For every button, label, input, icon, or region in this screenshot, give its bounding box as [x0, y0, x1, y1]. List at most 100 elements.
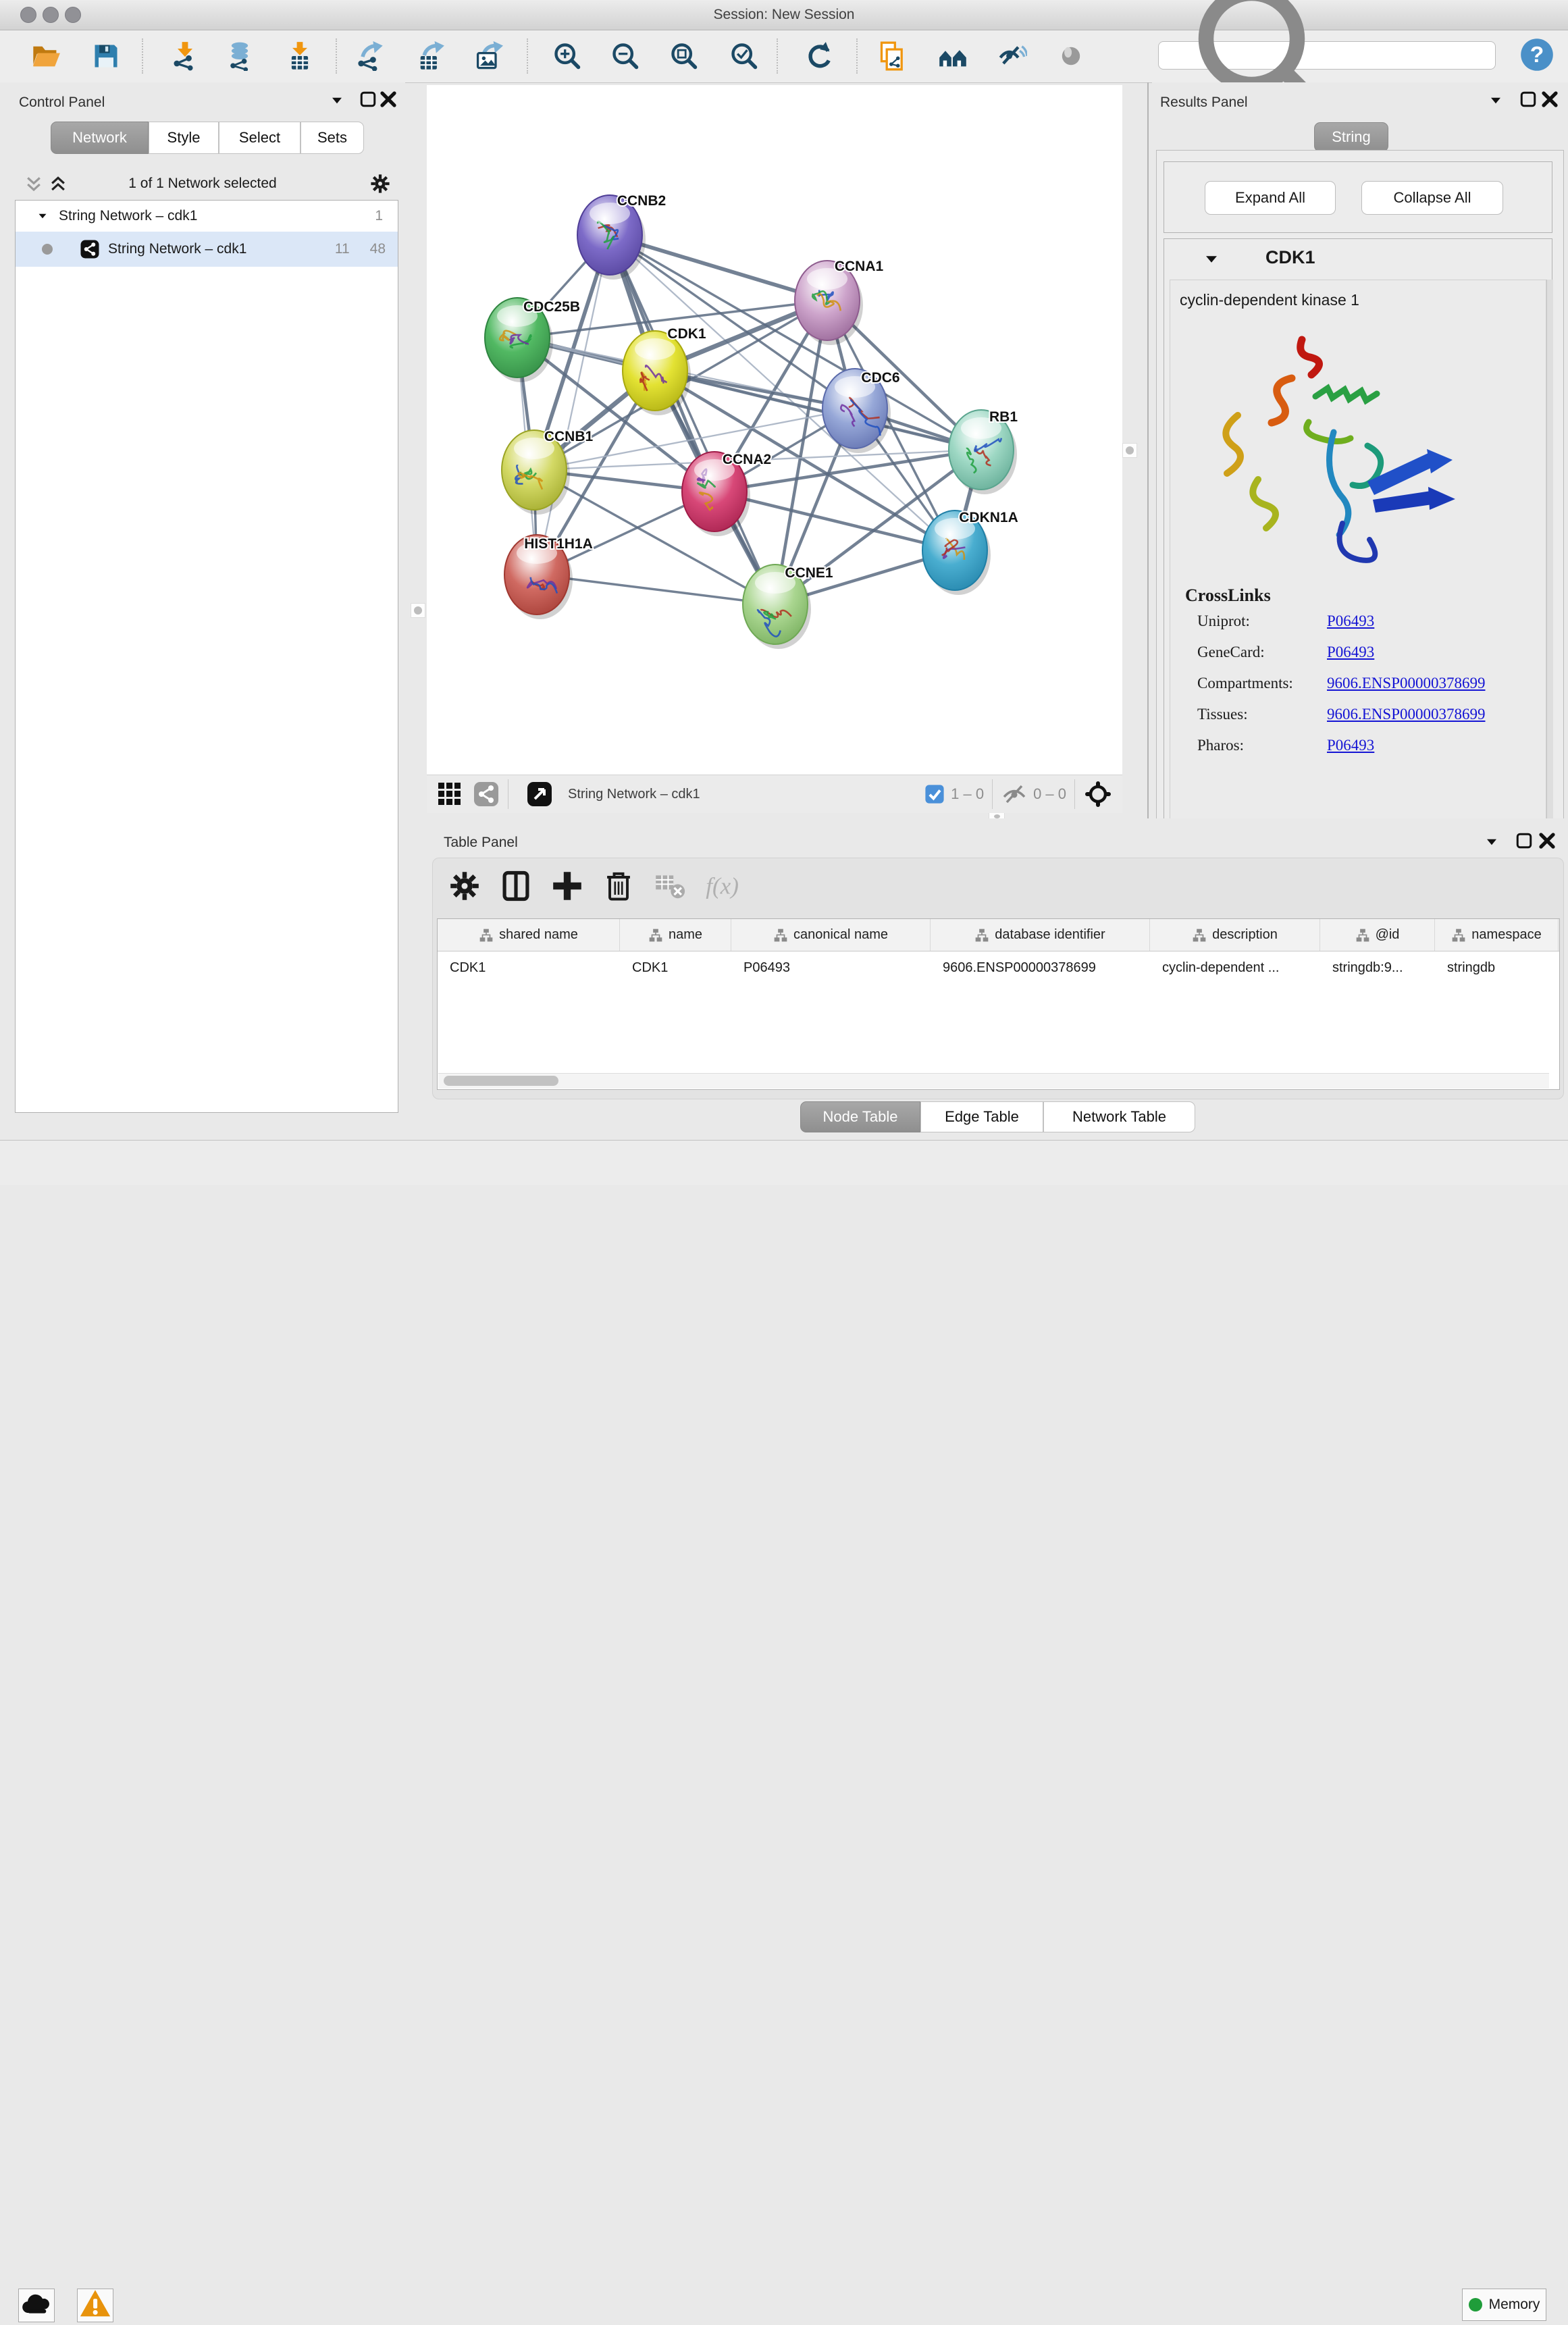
crosslink-link[interactable]: 9606.ENSP00000378699 [1327, 675, 1486, 691]
selected-checkbox-icon[interactable] [924, 783, 945, 805]
collection-expander-icon[interactable] [39, 214, 47, 219]
network-node-rb1[interactable]: RB1 [949, 409, 1018, 494]
warnings-button[interactable] [77, 2289, 113, 2322]
import-table-icon[interactable] [281, 37, 319, 75]
table-horizontal-scrollbar[interactable] [438, 1073, 1549, 1089]
table-settings-gear-icon[interactable] [447, 868, 482, 904]
zoom-out-icon[interactable] [606, 37, 644, 75]
column-header-canonical-name[interactable]: canonical name [731, 919, 931, 951]
export-table-icon[interactable] [411, 37, 449, 75]
column-header-name[interactable]: name [620, 919, 731, 951]
zoom-in-icon[interactable] [548, 37, 586, 75]
copy-network-icon[interactable] [874, 37, 912, 75]
table-panel-float-button[interactable] [1482, 832, 1502, 852]
network-node-hist1h1a[interactable]: HIST1H1A [504, 535, 593, 619]
network-row[interactable]: String Network – cdk1 11 48 [16, 232, 398, 267]
network-node-ccna1[interactable]: CCNA1 [795, 259, 883, 345]
table-row[interactable]: CDK1CDK1P064939606.ENSP00000378699cyclin… [438, 951, 1559, 984]
table-toolbar: f(x) [447, 868, 754, 904]
memory-button[interactable]: Memory [1462, 2289, 1546, 2321]
network-edge[interactable] [537, 235, 610, 575]
results-panel-close-button[interactable] [1540, 90, 1560, 111]
table-cell[interactable]: CDK1 [620, 951, 731, 984]
zoom-selected-icon[interactable] [725, 37, 763, 75]
network-node-cdk1[interactable]: CDK1 [623, 326, 706, 415]
control-panel-float-button[interactable] [327, 90, 347, 111]
column-header-shared-name[interactable]: shared name [438, 919, 620, 951]
gene-detail-box: cyclin-dependent kinase 1 [1170, 280, 1546, 845]
gene-expander-icon[interactable] [1206, 256, 1217, 263]
column-header-description[interactable]: description [1150, 919, 1320, 951]
fit-selected-crosshair-icon[interactable] [1084, 781, 1112, 808]
table-panel-maximize-button[interactable] [1514, 832, 1534, 852]
results-panel-maximize-button[interactable] [1518, 90, 1538, 111]
network-node-ccne1[interactable]: CCNE1 [743, 565, 833, 649]
grid-view-icon[interactable] [436, 781, 463, 808]
left-splitter-handle[interactable] [411, 603, 425, 618]
collapse-all-button[interactable]: Collapse All [1361, 181, 1503, 215]
collection-label: String Network – cdk1 [59, 208, 197, 224]
hide-selected-icon[interactable] [993, 37, 1031, 75]
network-collection-row[interactable]: String Network – cdk1 1 [16, 201, 398, 232]
tab-edge-table[interactable]: Edge Table [920, 1101, 1043, 1132]
network-label: String Network – cdk1 [108, 241, 246, 257]
hidden-eye-slash-icon [1001, 781, 1028, 808]
control-panel-tabs: NetworkStyleSelectSets [0, 122, 405, 154]
export-image-icon[interactable] [469, 37, 507, 75]
column-header-namespace[interactable]: namespace [1435, 919, 1559, 951]
crosslink-link[interactable]: 9606.ENSP00000378699 [1327, 706, 1486, 723]
tab-network[interactable]: Network [51, 122, 149, 154]
expand-all-button[interactable]: Expand All [1205, 181, 1336, 215]
tab-network-table[interactable]: Network Table [1043, 1101, 1195, 1132]
tab-select[interactable]: Select [219, 122, 300, 154]
table-cell[interactable]: stringdb [1435, 951, 1559, 984]
crosslink-link[interactable]: P06493 [1327, 612, 1374, 629]
export-network-icon[interactable] [351, 37, 389, 75]
table-panel-close-button[interactable] [1537, 832, 1557, 852]
network-node-ccna2[interactable]: CCNA2 [682, 452, 771, 536]
warning-icon [78, 2287, 113, 2325]
network-edge[interactable] [610, 235, 775, 604]
show-columns-icon[interactable] [498, 868, 533, 904]
results-splitter[interactable] [1147, 82, 1149, 818]
control-panel-maximize-button[interactable] [358, 90, 378, 111]
tab-style[interactable]: Style [149, 122, 219, 154]
column-header-database-identifier[interactable]: database identifier [931, 919, 1150, 951]
results-scrollbar[interactable] [1546, 280, 1553, 845]
svg-text:?: ? [1530, 43, 1544, 68]
table-cell[interactable]: P06493 [731, 951, 931, 984]
import-network-icon[interactable] [166, 37, 204, 75]
cloud-status-button[interactable] [18, 2289, 55, 2322]
table-cell[interactable]: CDK1 [438, 951, 620, 984]
add-column-icon[interactable] [550, 868, 585, 904]
network-canvas[interactable]: CCNB2CCNA1CDC25BCDK1CDC6RB1CCNB1CCNA2CDK… [427, 85, 1122, 775]
save-icon[interactable] [87, 37, 125, 75]
birds-eye-view-icon[interactable] [526, 781, 553, 808]
help-button[interactable]: ? [1518, 37, 1556, 75]
open-folder-icon[interactable] [27, 37, 65, 75]
import-database-icon[interactable] [221, 37, 259, 75]
show-all-icon[interactable] [934, 37, 972, 75]
function-builder-icon: f(x) [704, 868, 754, 904]
tab-node-table[interactable]: Node Table [800, 1101, 920, 1132]
table-cell[interactable]: 9606.ENSP00000378699 [931, 951, 1150, 984]
right-splitter-handle[interactable] [1122, 443, 1137, 458]
node-label: CCNB1 [544, 429, 594, 444]
eye-icon[interactable] [1052, 37, 1090, 75]
control-panel-close-button[interactable] [378, 90, 398, 111]
network-options-gear-icon[interactable] [369, 172, 392, 195]
crosslink-link[interactable]: P06493 [1327, 737, 1374, 754]
crosslink-link[interactable]: P06493 [1327, 644, 1374, 660]
table-cell[interactable]: cyclin-dependent ... [1150, 951, 1320, 984]
network-share-icon[interactable] [473, 781, 500, 808]
search-input[interactable] [1158, 41, 1496, 70]
column-header--id[interactable]: @id [1320, 919, 1435, 951]
tab-sets[interactable]: Sets [300, 122, 364, 154]
delete-column-icon[interactable] [601, 868, 636, 904]
tab-string[interactable]: String [1314, 122, 1388, 152]
zoom-fit-icon[interactable] [665, 37, 703, 75]
table-cell[interactable]: stringdb:9... [1320, 951, 1435, 984]
refresh-icon[interactable] [800, 37, 838, 75]
network-node-cdkn1a[interactable]: CDKN1A [922, 510, 1018, 595]
results-panel-float-button[interactable] [1486, 90, 1506, 111]
